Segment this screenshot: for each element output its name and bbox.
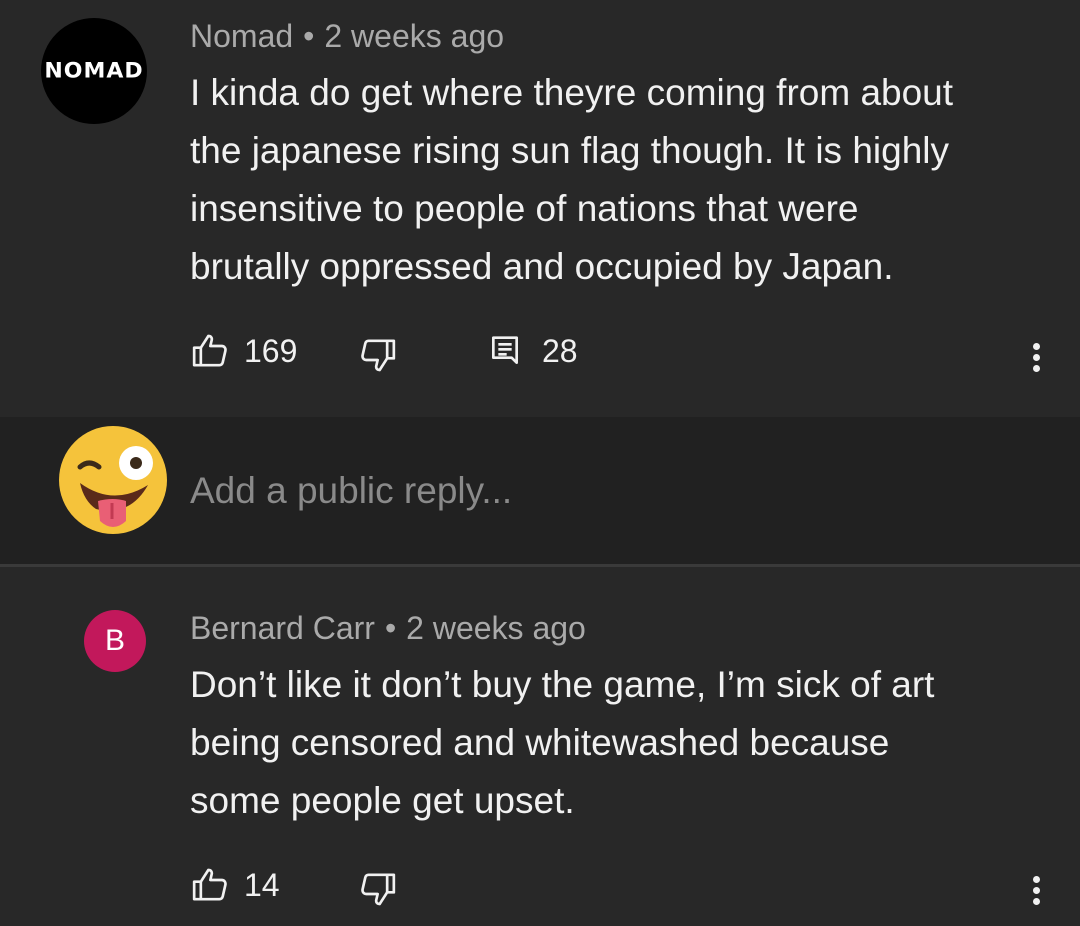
more-options-icon (1030, 876, 1042, 905)
dislike-icon (361, 873, 396, 906)
dislike-icon (361, 339, 396, 372)
author-name[interactable]: Bernard Carr (190, 610, 375, 646)
meta-separator: • (303, 18, 315, 54)
avatar-initial: B (104, 624, 125, 657)
comment-actions: 14 (190, 865, 1060, 909)
reply-icon (492, 336, 518, 364)
dislike-button[interactable] (358, 335, 398, 375)
more-options-button[interactable] (1030, 872, 1042, 909)
divider (0, 564, 1080, 567)
comment-meta: Nomad • 2 weeks ago (190, 18, 504, 55)
comment-line: some people get upset. (190, 780, 575, 821)
meta-separator: • (384, 610, 397, 646)
avatar-logo-text: NOMAD (44, 59, 144, 83)
comment-line: I kinda do get where theyre coming from … (190, 72, 954, 113)
comment-line: the japanese rising sun flag though. It … (190, 130, 949, 171)
avatar-bernard-carr[interactable]: B (84, 610, 146, 672)
dislike-button[interactable] (358, 869, 398, 909)
reply-count: 28 (542, 332, 578, 369)
like-button[interactable]: 14 (190, 865, 280, 905)
like-icon (192, 868, 227, 901)
reply-button[interactable]: 28 (488, 331, 578, 371)
comment-line: brutally oppressed and occupied by Japan… (190, 246, 894, 287)
comment-line: Don’t like it don’t buy the game, I’m si… (190, 664, 935, 705)
comment-line: insensitive to people of nations that we… (190, 188, 859, 229)
more-options-icon (1030, 343, 1042, 372)
comment-text: I kinda do get where theyre coming from … (190, 64, 1050, 296)
like-count: 14 (244, 866, 280, 903)
like-count: 169 (244, 332, 298, 369)
more-options-button[interactable] (1030, 339, 1042, 376)
author-name[interactable]: Nomad (190, 18, 293, 54)
avatar-nomad[interactable]: NOMAD (41, 18, 147, 124)
timestamp[interactable]: 2 weeks ago (406, 610, 586, 646)
winking-tongue-emoji-avatar[interactable] (58, 425, 168, 535)
comment-text: Don’t like it don’t buy the game, I’m si… (190, 656, 1050, 830)
reply-input[interactable]: Add a public reply... (190, 470, 512, 512)
like-icon (192, 334, 227, 367)
comment-meta: Bernard Carr • 2 weeks ago (190, 610, 586, 647)
timestamp[interactable]: 2 weeks ago (324, 18, 504, 54)
comment-nomad: NOMAD Nomad • 2 weeks ago I kinda do get w… (0, 0, 1080, 417)
comment-actions: 169 28 (190, 331, 1060, 375)
comment-line: being censored and whitewashed because (190, 722, 890, 763)
like-button[interactable]: 169 (190, 331, 297, 371)
